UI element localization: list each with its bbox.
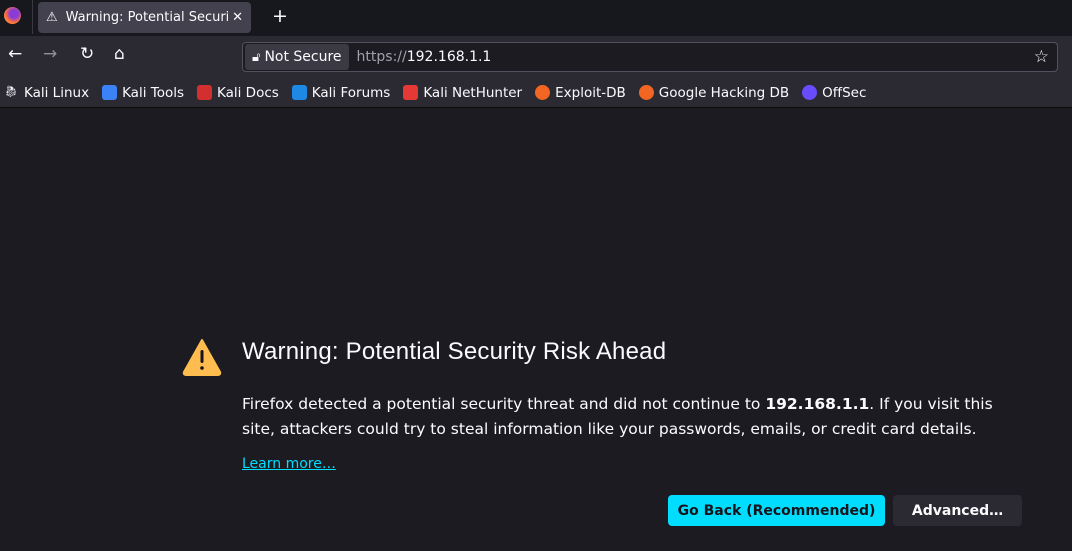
new-tab-button[interactable]: + <box>272 5 288 27</box>
bookmark-favicon-icon <box>102 85 118 100</box>
bookmark-label: Kali Forums <box>311 84 391 101</box>
bookmark-star-icon[interactable]: ☆ <box>1034 47 1049 67</box>
bookmark-favicon-icon <box>403 85 419 100</box>
url-text[interactable]: https://192.168.1.1 <box>357 49 492 65</box>
bookmark-favicon-icon <box>197 85 212 100</box>
navigation-bar: ← → ↻ ⌂ 🔓︎ Not Secure https://192.168.1.… <box>0 36 1072 78</box>
bookmark-favicon-icon <box>638 85 654 100</box>
learn-more-link[interactable]: Learn more… <box>242 456 336 472</box>
bookmark-label: Kali Docs <box>217 84 279 101</box>
url-bar[interactable]: 🔓︎ Not Secure https://192.168.1.1 ☆ <box>242 42 1058 72</box>
bookmark-label: Kali NetHunter <box>423 84 523 101</box>
bookmark-item[interactable]: Kali NetHunter <box>403 85 522 101</box>
home-icon[interactable]: ⌂ <box>114 44 125 64</box>
bookmark-favicon-icon <box>535 85 551 100</box>
bookmark-label: OffSec <box>822 84 867 101</box>
back-icon[interactable]: ← <box>8 44 22 64</box>
bookmark-item[interactable]: Kali Forums <box>291 84 391 101</box>
advanced-button[interactable]: Advanced… <box>893 495 1022 526</box>
bookmark-item[interactable]: Google Hacking DB <box>638 84 790 101</box>
page-title: Warning: Potential Security Risk Ahead <box>242 338 667 365</box>
tab-title: Warning: Potential Security Risk Ahead <box>65 10 229 25</box>
security-indicator[interactable]: 🔓︎ Not Secure <box>245 44 349 70</box>
reload-icon[interactable]: ↻ <box>80 44 94 64</box>
firefox-icon[interactable] <box>4 7 21 24</box>
bookmark-item[interactable]: Exploit-DB <box>535 85 626 101</box>
forward-icon[interactable]: → <box>43 44 57 64</box>
bookmark-favicon-icon <box>802 85 818 100</box>
warning-icon: ⚠ <box>46 10 58 25</box>
bookmarks-toolbar: 🐉︎ Kali Linux Kali Tools Kali Docs Kali Foru… <box>0 78 1072 108</box>
close-tab-icon[interactable]: ✕ <box>232 10 243 25</box>
tab-active[interactable]: ⚠ Warning: Potential Security Risk Ahead… <box>38 2 251 33</box>
bookmark-label: Exploit-DB <box>555 84 626 101</box>
not-secure-label: Not Secure <box>264 49 342 65</box>
bookmark-label: Kali Linux <box>24 84 90 101</box>
bookmark-favicon-icon: 🐉︎ <box>4 85 19 100</box>
insecure-lock-icon: 🔓︎ <box>252 49 261 65</box>
bookmark-item[interactable]: Kali Docs <box>197 85 279 101</box>
page-content <box>0 108 1072 551</box>
bookmark-item[interactable]: Kali Tools <box>102 85 184 101</box>
desc-host: 192.168.1.1 <box>765 395 870 413</box>
tab-strip: ⚠ Warning: Potential Security Risk Ahead… <box>0 0 1072 36</box>
divider <box>32 0 33 34</box>
bookmark-item[interactable]: OffSec <box>802 85 866 101</box>
url-host: 192.168.1.1 <box>406 49 492 65</box>
warning-description: Firefox detected a potential security th… <box>242 392 1022 442</box>
bookmark-label: Google Hacking DB <box>658 84 790 101</box>
url-scheme: https:// <box>356 49 407 65</box>
bookmark-item[interactable]: 🐉︎ Kali Linux <box>4 85 89 101</box>
desc-text: Firefox detected a potential security th… <box>242 395 766 413</box>
bookmark-label: Kali Tools <box>122 84 184 101</box>
warning-triangle-icon <box>182 339 222 376</box>
bookmark-favicon-icon <box>291 85 307 100</box>
go-back-button[interactable]: Go Back (Recommended) <box>668 495 885 526</box>
